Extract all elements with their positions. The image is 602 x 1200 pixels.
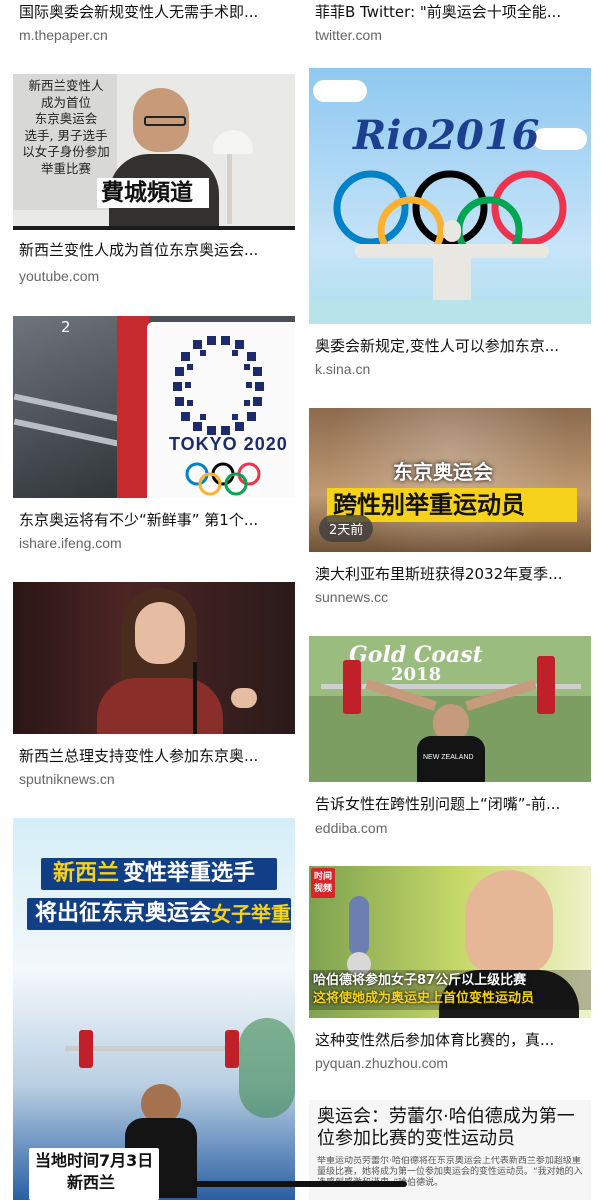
- home-indicator[interactable]: [195, 1181, 407, 1187]
- result-source: m.thepaper.cn: [19, 27, 108, 43]
- emblem-decoration: [239, 1018, 295, 1118]
- person-hand: [231, 688, 257, 708]
- barbell-plate: [79, 1030, 93, 1068]
- result-source: eddiba.com: [315, 820, 388, 836]
- barbell-plate: [225, 1030, 239, 1068]
- news-badge: 时间视频: [311, 868, 335, 898]
- result-card[interactable]: Gold Coast 2018 NEW ZEALAND 告诉女性在跨性别问题上“…: [309, 636, 591, 850]
- result-card[interactable]: 国际奥委会新规变性人无需手术即... m.thepaper.cn: [13, 0, 295, 60]
- result-thumbnail[interactable]: [13, 582, 295, 734]
- lifter-body: NEW ZEALAND: [417, 736, 485, 782]
- lamp-pole: [227, 154, 232, 224]
- result-thumbnail[interactable]: 2 TOKYO 2020: [13, 316, 295, 498]
- channel-banner: 費城頻道: [97, 178, 209, 208]
- overlay-line: 举重比赛: [40, 160, 91, 176]
- result-title[interactable]: 菲菲B Twitter: "前奥运会十项全能...: [315, 2, 587, 22]
- person-body: [97, 678, 223, 734]
- time-badge: 2天前: [319, 515, 374, 542]
- result-title[interactable]: 这种变性然后参加体育比赛的，真...: [315, 1030, 587, 1050]
- result-source: k.sina.cn: [315, 361, 371, 377]
- statue-head: [443, 220, 461, 242]
- caption-bar: 将出征东京奥运会 女子举重: [27, 898, 291, 930]
- result-thumbnail[interactable]: 东京奥运会 跨性别举重运动员 2天前: [309, 408, 591, 552]
- person-face: [465, 870, 553, 974]
- barbell-plate: [343, 660, 361, 714]
- lamp-shade: [213, 130, 253, 154]
- result-title[interactable]: 澳大利亚布里斯班获得2032年夏季...: [315, 564, 587, 584]
- result-source: sputniknews.cn: [19, 771, 115, 787]
- result-source: pyquan.zhuzhou.com: [315, 1055, 449, 1071]
- tokyo-sign: TOKYO 2020: [147, 322, 295, 498]
- result-card[interactable]: 新西兰总理支持变性人参加东京奥... sputniknews.cn: [13, 582, 295, 802]
- date-caption-box: 当地时间7月3日 新西兰: [29, 1148, 159, 1200]
- caption-line: 哈伯德将参加女子87公斤以上级比赛: [313, 973, 527, 988]
- result-title[interactable]: 东京奥运将有不少“新鲜事” 第1个...: [19, 510, 291, 530]
- platform-number: 2: [61, 318, 71, 336]
- overlay-line: 成为首位: [40, 94, 91, 110]
- result-source: ishare.ifeng.com: [19, 535, 122, 551]
- result-source: twitter.com: [315, 27, 382, 43]
- microphone-stand: [193, 662, 197, 734]
- red-panel: [117, 316, 149, 498]
- result-title[interactable]: 新西兰变性人成为首位东京奥运会...: [19, 240, 291, 260]
- tokyo-2020-text: TOKYO 2020: [169, 434, 288, 454]
- result-card[interactable]: 2 TOKYO 2020 东京奥运将有不少“新鲜事” 第1个... ishare…: [13, 316, 295, 556]
- article-body: 举重运动员劳蕾尔·哈伯德将在东京奥运会上代表新西兰参加超级重量级比赛，她将成为第…: [317, 1156, 583, 1188]
- medal-ribbon: [349, 896, 369, 956]
- overlay-line: 东京奥运会: [34, 111, 98, 126]
- result-card[interactable]: 菲菲B Twitter: "前奥运会十项全能... twitter.com: [309, 0, 591, 60]
- result-title[interactable]: 国际奥委会新规变性人无需手术即...: [19, 2, 291, 22]
- barbell-plate: [537, 656, 555, 714]
- overlay-line: 新西兰变性人: [28, 78, 104, 93]
- overlay-line: 选手, 男子选手: [24, 127, 108, 143]
- result-thumbnail[interactable]: Gold Coast 2018 NEW ZEALAND: [309, 636, 591, 782]
- result-title[interactable]: 新西兰总理支持变性人参加东京奥...: [19, 746, 291, 766]
- result-card[interactable]: 新西兰变性人 成为首位 东京奥运会 选手, 男子选手 以女子身份参加 举重比赛 …: [13, 74, 295, 294]
- cloud: [533, 128, 587, 150]
- result-card[interactable]: 东京奥运会 跨性别举重运动员 2天前 澳大利亚布里斯班获得2032年夏季... …: [309, 408, 591, 608]
- overlay-line: 以女子身份参加: [22, 144, 110, 159]
- result-thumbnail[interactable]: 时间视频 哈伯德将参加女子87公斤以上级比赛 这将使她成为奥运史上首位变性运动员: [309, 866, 591, 1018]
- result-thumbnail[interactable]: Rio2016: [309, 68, 591, 324]
- olympic-rings-icon: [185, 462, 261, 496]
- caption-top: 东京奥运会: [393, 460, 493, 484]
- result-card[interactable]: Rio2016 奥委会新规定,变性人可以参加东京... k.sina.cn: [309, 68, 591, 388]
- glasses-icon: [144, 116, 186, 126]
- ground: [309, 300, 591, 324]
- video-progress-bar: [13, 226, 295, 230]
- result-card[interactable]: 新西兰 变性举重选手 将出征东京奥运会 女子举重 当地时间7月3日 新西兰: [13, 818, 295, 1200]
- event-year: 2018: [391, 664, 442, 685]
- person-face: [135, 602, 185, 664]
- result-source: sunnews.cc: [315, 589, 389, 605]
- rio-logo-text: Rio2016: [353, 112, 540, 159]
- caption-bar: 新西兰 变性举重选手: [41, 858, 277, 890]
- result-title[interactable]: 告诉女性在跨性别问题上“闭嘴”-前...: [315, 794, 587, 814]
- article-headline: 奥运会：劳蕾尔·哈伯德成为第一位参加比赛的变性运动员: [317, 1106, 575, 1149]
- caption-line: 这将使她成为奥运史上首位变性运动员: [313, 991, 535, 1006]
- result-title[interactable]: 奥委会新规定,变性人可以参加东京...: [315, 336, 587, 356]
- result-thumbnail[interactable]: 新西兰变性人 成为首位 东京奥运会 选手, 男子选手 以女子身份参加 举重比赛 …: [13, 74, 295, 230]
- result-card[interactable]: 时间视频 哈伯德将参加女子87公斤以上级比赛 这将使她成为奥运史上首位变性运动员…: [309, 866, 591, 1082]
- cloud: [313, 80, 367, 102]
- result-thumbnail[interactable]: 新西兰 变性举重选手 将出征东京奥运会 女子举重 当地时间7月3日 新西兰: [13, 818, 295, 1200]
- result-source: youtube.com: [19, 268, 100, 284]
